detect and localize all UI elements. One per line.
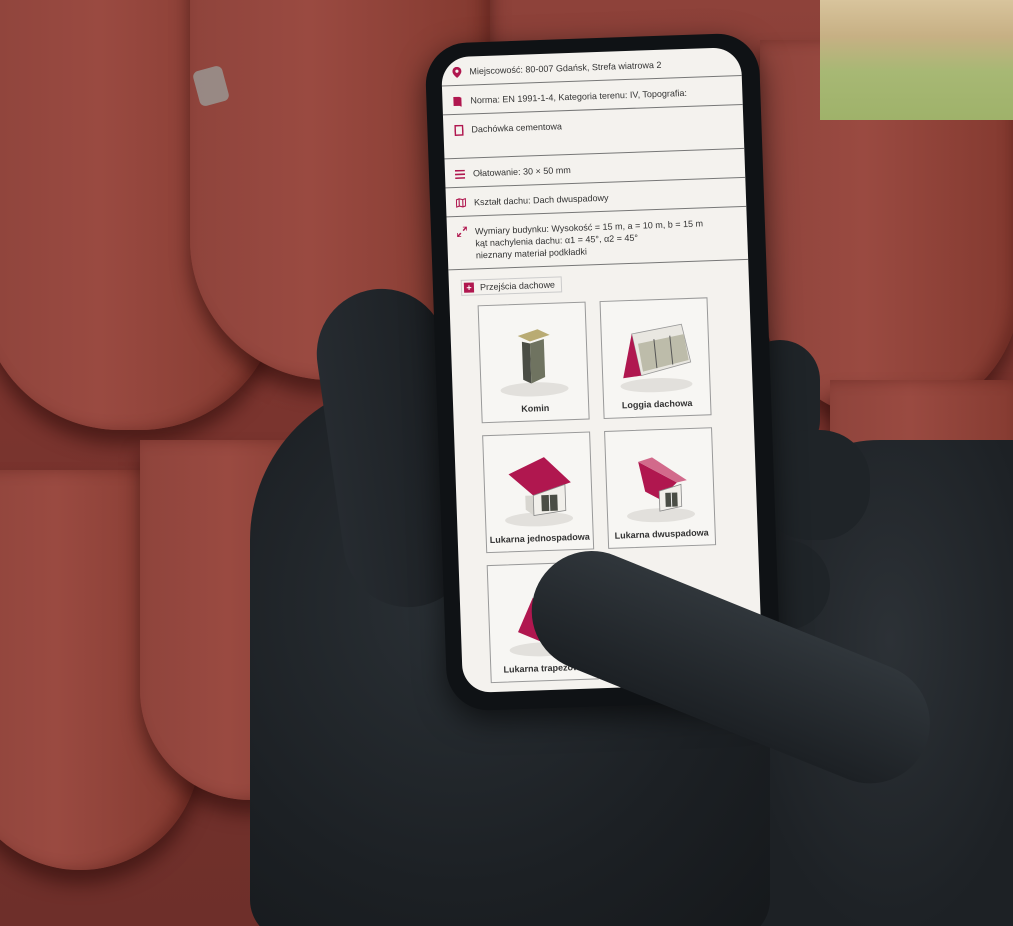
location-text: Miejscowość: 80-007 Gdańsk, Strefa wiatr… (469, 59, 662, 77)
map-pin-icon (451, 66, 461, 78)
plus-icon: + (463, 282, 475, 293)
shed-dormer-illustration (505, 457, 574, 527)
dimensions-text: Wymiary budynku: Wysokość = 15 m, a = 10… (475, 217, 704, 261)
batten-text: Ołatowanie: 30 × 50 mm (472, 165, 571, 179)
option-label: Lukarna dwuspadowa (614, 527, 709, 541)
option-gable-dormer[interactable]: Lukarna dwuspadowa (604, 427, 717, 549)
option-loggia[interactable]: Loggia dachowa (599, 297, 712, 420)
roof-penetrations-section[interactable]: + Przejścia dachowe (460, 276, 563, 296)
map-icon (455, 197, 467, 209)
option-label: Lukarna jednospadowa (489, 531, 590, 546)
tile-text: Dachówka cementowa (471, 121, 563, 135)
dimensions-row[interactable]: Wymiary budynku: Wysokość = 15 m, a = 10… (446, 206, 749, 271)
chimney-illustration (500, 329, 569, 397)
option-chimney[interactable]: Komin (477, 301, 590, 424)
book-icon (452, 95, 462, 107)
roof-shape-text: Kształt dachu: Dach dwuspadowy (473, 192, 609, 208)
lines-icon (454, 168, 466, 180)
wood-beam (820, 0, 1013, 120)
gable-dormer-illustration (627, 457, 696, 523)
square-icon (453, 124, 464, 136)
option-label: Komin (521, 402, 550, 414)
loggia-illustration (620, 323, 693, 393)
option-shed-dormer[interactable]: Lukarna jednospadowa (482, 431, 595, 554)
norm-text: Norma: EN 1991-1-4, Kategoria terenu: IV… (470, 87, 688, 106)
section-title: Przejścia dachowe (479, 279, 556, 293)
dimensions-line: nieznany materiał podkładki (475, 246, 588, 261)
resize-icon (456, 226, 468, 238)
left-glove-finger (760, 430, 870, 540)
option-label: Loggia dachowa (621, 397, 693, 411)
